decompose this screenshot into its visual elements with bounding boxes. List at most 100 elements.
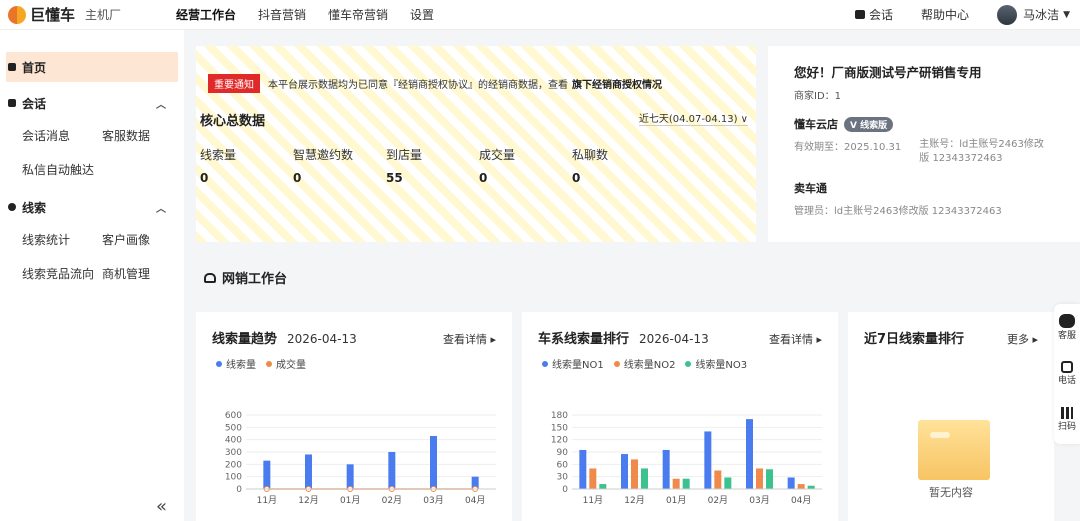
sidebar-subrow: 线索统计 客户画像 [0,222,184,256]
chat-icon [855,10,866,19]
robot-icon [1059,313,1075,328]
chevron-up-icon: ︿ [156,203,166,215]
bar [746,419,753,489]
core-data-title: 核心总数据 [200,114,266,129]
panel-header: 车系线索量排行 2026-04-13 查看详情 ▸ [538,328,822,347]
empty-state-text: 暂无内容 [929,486,973,499]
bar [672,478,680,489]
metric-leads[interactable]: 线索量 0 [200,146,293,185]
sidebar-group-chat[interactable]: 会话 ︿ [6,88,178,118]
panel-title: 车系线索量排行 [538,332,630,347]
y-tick-label: 30 [557,473,569,483]
metric-value: 55 [386,171,403,185]
sidebar-subrow: 私信自动触达 [0,152,184,186]
brand-name: 巨懂车 [30,6,76,24]
greeting-title: 您好！厂商版测试号产研销售专用 [794,65,982,80]
chat-button[interactable]: 会话 [855,6,893,23]
metric-value: 0 [200,171,209,185]
home-icon [8,63,16,71]
sidebar-subrow: 会话消息 客服数据 [0,118,184,152]
nav-settings[interactable]: 设置 [410,6,434,23]
collapse-sidebar-icon[interactable]: « [156,496,167,517]
bar [724,477,732,489]
metrics-row: 线索量 0 智慧邀约数 0 到店量 55 成交量 0 私聊数 0 [200,146,665,185]
caret-down-icon: ▼ [1063,9,1070,20]
store-account: 主账号：ld主账号2463修改版 12343372463 [919,139,1044,164]
notice-text: 本平台展示数据均为已同意『经销商授权协议』的经销商数据，查看 [268,80,568,91]
y-tick-label: 120 [551,436,568,446]
metric-deals[interactable]: 成交量 0 [479,146,572,185]
sidebar-item-home[interactable]: 首页 [6,52,178,82]
legend-dot [613,360,620,367]
date-range-select[interactable]: 近七天(04.07-04.13) ∨ [638,110,748,126]
sidebar-item-chat-messages[interactable]: 会话消息 [22,127,102,144]
notice-tag: 重要通知 [208,74,260,93]
logo[interactable]: 巨懂车 主机厂 [8,4,158,25]
nav-dongchedi[interactable]: 懂车帝营销 [328,6,388,23]
merchant-id: 商家ID：1 [794,91,842,102]
bar [787,477,795,489]
product-name: 卖车通 [794,182,827,195]
y-tick-label: 60 [557,460,569,470]
bar [388,452,396,489]
bar [704,431,712,489]
phone-button[interactable]: 电话 [1054,350,1080,396]
panel-date: 2026-04-13 [639,332,709,346]
weekly-rank-panel: 近7日线索量排行 更多 ▸ 暂无内容 [848,312,1054,521]
sidebar-item-lead-stats[interactable]: 线索统计 [22,231,102,248]
nav-douyin[interactable]: 抖音营销 [258,6,306,23]
customer-service-button[interactable]: 客服 [1054,304,1080,350]
panel-header: 线索量趋势 2026-04-13 查看详情 ▸ [212,328,496,347]
scan-button[interactable]: 扫码 [1054,396,1080,442]
sidebar-item-customer-profile[interactable]: 客户画像 [102,231,182,248]
legend-item: 线索量NO2 [613,356,675,371]
sidebar-item-opportunity-mgmt[interactable]: 商机管理 [102,265,182,282]
service-label: 客服 [1057,330,1076,341]
x-tick-label: 04月 [465,495,485,506]
user-menu[interactable]: 马冰洁 ▼ [997,4,1070,25]
store-section: 懂车云店 V 线索版 [794,116,1054,132]
floating-service-bar: 客服 电话 扫码 [1054,304,1080,444]
expiry-date: 有效期至：2025.10.31 [794,142,902,153]
notice-link[interactable]: 旗下经销商授权情况 [572,76,662,91]
y-tick-label: 200 [225,460,242,470]
sidebar-item-service-data[interactable]: 客服数据 [102,127,182,144]
legend-dot [542,360,548,367]
panel-title: 近7日线索量排行 [864,332,965,347]
x-tick-label: 01月 [340,495,360,506]
y-tick-label: 500 [225,423,242,433]
leads-icon [8,203,16,211]
notice-bar: 重要通知 本平台展示数据均为已同意『经销商授权协议』的经销商数据，查看 旗下经销… [208,74,662,93]
metric-visits[interactable]: 到店量 55 [386,146,479,185]
workbench-title-text: 网销工作台 [222,272,288,287]
more-link[interactable]: 更多 ▸ [1007,331,1038,347]
sidebar-item-competitor-flow[interactable]: 线索竞品流向 [22,265,102,282]
legend-label: 线索量NO1 [552,360,604,371]
view-details-link[interactable]: 查看详情 ▸ [769,331,822,347]
sidebar-item-auto-reach[interactable]: 私信自动触达 [22,161,142,178]
metric-invites[interactable]: 智慧邀约数 0 [293,146,386,185]
y-tick-label: 180 [551,411,568,421]
nav-workbench[interactable]: 经营工作台 [176,6,236,23]
y-tick-label: 100 [225,473,242,483]
help-center-link[interactable]: 帮助中心 [921,6,969,23]
product-section: 卖车通 [794,180,1054,196]
legend-label: 线索量NO3 [695,360,748,371]
brand-sub: 主机厂 [85,8,122,22]
x-tick-label: 01月 [666,495,686,506]
legend-label: 线索量 [226,360,256,371]
workbench-title: 网销工作台 [204,268,287,287]
sidebar-group-leads[interactable]: 线索 ︿ [6,192,178,222]
metric-private-chats[interactable]: 私聊数 0 [572,146,665,185]
view-details-link[interactable]: 查看详情 ▸ [443,331,496,347]
bar [263,460,271,489]
panel-header: 近7日线索量排行 更多 ▸ [864,328,1038,347]
car-icon [204,272,216,283]
bar [641,468,648,489]
phone-label: 电话 [1057,375,1076,386]
chat-label: 会话 [869,8,894,22]
chat-icon [8,99,16,107]
lead-trend-panel: 线索量趋势 2026-04-13 查看详情 ▸ 线索量 成交量 0 100 200 3… [196,312,512,521]
merchant-profile-card: 您好！厂商版测试号产研销售专用 商家ID：1 懂车云店 V 线索版 有效期至：2… [768,46,1080,242]
manager-info: 管理员：ld主账号2463修改版 12343372463 [794,206,1002,217]
